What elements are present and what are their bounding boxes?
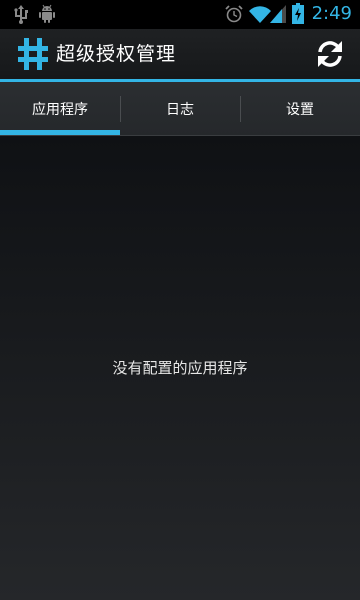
tab-logs[interactable]: 日志: [120, 82, 240, 136]
alarm-icon: [225, 5, 243, 23]
tab-settings[interactable]: 设置: [240, 82, 360, 136]
android-icon: [39, 4, 55, 23]
content-area: 没有配置的应用程序: [0, 136, 360, 600]
wifi-icon: [249, 6, 271, 23]
screen: 2:49 超级授权管理 应用程序 日志 设置 没有配置的应用程序: [0, 0, 360, 600]
signal-icon: [270, 5, 286, 23]
refresh-icon: [318, 41, 342, 67]
empty-message: 没有配置的应用程序: [112, 359, 248, 377]
hash-icon: [18, 38, 48, 70]
battery-charging-icon: [292, 3, 304, 24]
refresh-button[interactable]: [310, 34, 350, 74]
tab-bar: 应用程序 日志 设置: [0, 82, 360, 136]
app-title: 超级授权管理: [56, 43, 177, 65]
usb-icon: [14, 5, 28, 24]
status-clock: 2:49: [311, 3, 352, 24]
tab-apps[interactable]: 应用程序: [0, 82, 120, 136]
status-bar: 2:49: [0, 0, 360, 29]
action-bar: 超级授权管理: [0, 29, 360, 79]
